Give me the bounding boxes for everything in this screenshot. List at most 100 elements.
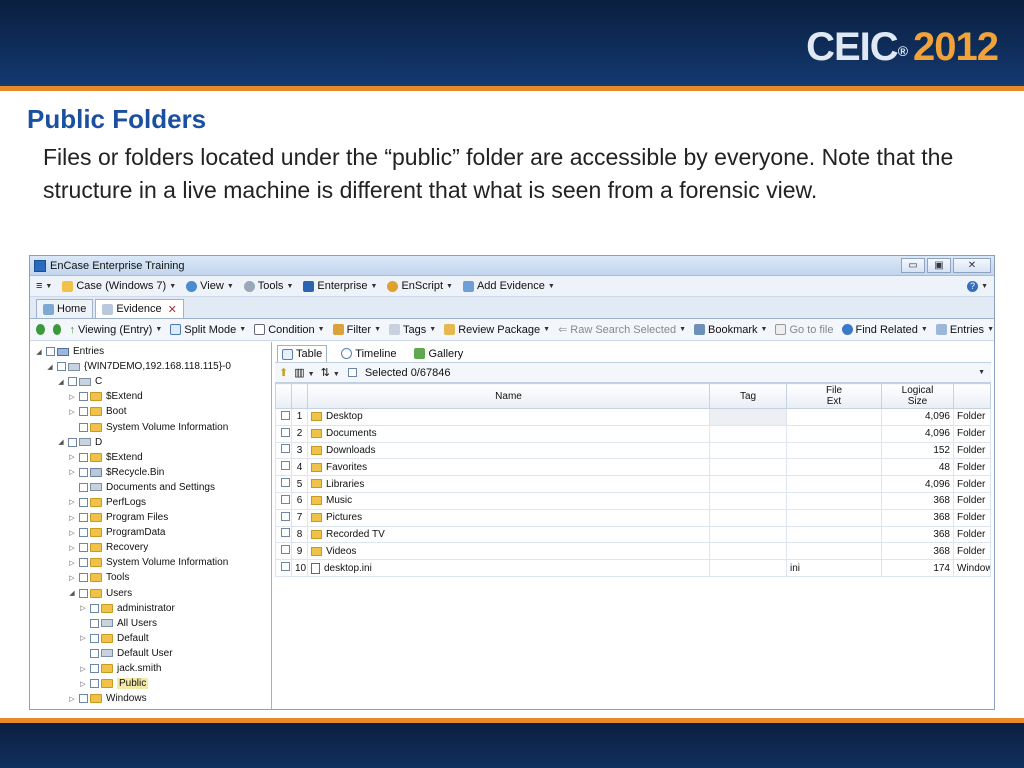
row-checkbox-cell[interactable]	[275, 458, 292, 477]
row-checkbox-cell[interactable]	[275, 542, 292, 561]
tree-checkbox[interactable]	[79, 392, 88, 402]
enterprise-menu[interactable]: Enterprise ▼	[303, 280, 377, 292]
header-tag[interactable]: Tag	[709, 383, 787, 409]
review-package-dropdown[interactable]: Review Package ▼	[444, 324, 550, 336]
expand-toggle-icon[interactable]: ▷	[78, 665, 88, 673]
expand-toggle-icon[interactable]: ▷	[67, 544, 77, 552]
tab-table[interactable]: Table	[277, 345, 328, 362]
tree-checkbox[interactable]	[79, 422, 88, 432]
expand-toggle-icon[interactable]: ▷	[67, 529, 77, 537]
row-name-cell[interactable]: Libraries	[307, 475, 710, 493]
row-checkbox[interactable]	[281, 511, 290, 521]
condition-dropdown[interactable]: Condition ▼	[254, 324, 325, 336]
tab-timeline[interactable]: Timeline	[337, 345, 400, 362]
expand-toggle-icon[interactable]: ▷	[67, 514, 77, 522]
tree-node[interactable]: ◢ Users	[30, 586, 271, 601]
tree-node[interactable]: All Users	[30, 616, 271, 631]
tree-checkbox[interactable]	[79, 452, 88, 462]
tab-evidence[interactable]: Evidence ✕	[95, 299, 184, 318]
expand-toggle-icon[interactable]: ▷	[67, 574, 77, 582]
table-row[interactable]: 9 Videos 368 Folder	[275, 542, 991, 561]
row-checkbox[interactable]	[281, 528, 290, 538]
expand-toggle-icon[interactable]: ▷	[78, 634, 88, 642]
table-row[interactable]: 7 Pictures 368 Folder	[275, 508, 991, 527]
tree-checkbox[interactable]	[90, 664, 99, 674]
sort-icon[interactable]: ⇅ ▼	[321, 366, 340, 379]
entries-dropdown[interactable]: Entries ▼	[935, 324, 994, 336]
tree-checkbox[interactable]	[79, 558, 88, 568]
row-checkbox[interactable]	[281, 494, 290, 504]
tree-node[interactable]: ▷ PerfLogs	[30, 495, 271, 510]
row-checkbox-cell[interactable]	[275, 424, 292, 443]
row-name-cell[interactable]: desktop.ini	[307, 559, 710, 577]
row-checkbox[interactable]	[281, 427, 290, 437]
go-to-file-button[interactable]: Go to file	[775, 324, 834, 336]
expand-toggle-icon[interactable]: ◢	[56, 438, 66, 446]
row-checkbox-cell[interactable]	[275, 559, 292, 577]
tree-node[interactable]: ▷ administrator	[30, 601, 271, 616]
columns-icon[interactable]: ▥ ▼	[294, 366, 314, 379]
row-name-cell[interactable]: Pictures	[307, 508, 710, 527]
table-row[interactable]: 6 Music 368 Folder	[275, 491, 991, 510]
row-name-cell[interactable]: Videos	[307, 542, 710, 561]
bookmark-dropdown[interactable]: Bookmark ▼	[694, 324, 767, 336]
tree-node[interactable]: ◢ C	[30, 374, 271, 389]
tree-node[interactable]: ◢ {WIN7DEMO,192.168.118.115}-0	[30, 359, 271, 374]
tree-node[interactable]: ▷ System Volume Information	[30, 555, 271, 570]
tree-checkbox[interactable]	[79, 543, 88, 553]
tree-checkbox[interactable]	[79, 588, 88, 598]
menu-list-icon[interactable]: ≡ ▼	[36, 280, 52, 292]
select-all-checkbox[interactable]	[347, 368, 357, 377]
table-row[interactable]: 3 Downloads 152 Folder	[275, 441, 991, 460]
tree-checkbox[interactable]	[90, 618, 99, 628]
expand-toggle-icon[interactable]: ▷	[67, 393, 77, 401]
tree-node[interactable]: ▷ ProgramData	[30, 525, 271, 540]
table-row[interactable]: 2 Documents 4,096 Folder	[275, 424, 991, 443]
tree-node[interactable]: ▷ Recovery	[30, 540, 271, 555]
tree-checkbox[interactable]	[68, 377, 77, 387]
help-menu[interactable]: ? ▼	[967, 280, 988, 292]
expand-toggle-icon[interactable]: ◢	[67, 589, 77, 597]
table-row[interactable]: 1 Desktop 4,096 Folder	[275, 408, 991, 426]
go-up-icon[interactable]: ⬆	[279, 366, 288, 379]
tree-checkbox[interactable]	[46, 347, 55, 357]
chevron-down-icon[interactable]: ▼	[978, 369, 985, 376]
expand-toggle-icon[interactable]: ◢	[45, 363, 55, 371]
table-row[interactable]: 8 Recorded TV 368 Folder	[275, 525, 991, 544]
tree-checkbox[interactable]	[79, 497, 88, 507]
row-name-cell[interactable]: Desktop	[307, 408, 710, 426]
row-name-cell[interactable]: Documents	[307, 424, 710, 443]
row-checkbox-cell[interactable]	[275, 525, 292, 544]
row-checkbox-cell[interactable]	[275, 475, 292, 493]
tree-checkbox[interactable]	[79, 407, 88, 417]
tree-node[interactable]: ◢ D	[30, 435, 271, 450]
tree-checkbox[interactable]	[79, 513, 88, 523]
forward-icon[interactable]	[52, 324, 62, 335]
row-checkbox-cell[interactable]	[275, 491, 292, 510]
expand-toggle-icon[interactable]: ▷	[67, 453, 77, 461]
tree-checkbox[interactable]	[90, 633, 99, 643]
tree-checkbox[interactable]	[90, 648, 99, 658]
expand-toggle-icon[interactable]: ▷	[67, 408, 77, 416]
tree-checkbox[interactable]	[57, 362, 66, 372]
row-checkbox[interactable]	[281, 444, 290, 454]
raw-search-dropdown[interactable]: ⇐ Raw Search Selected ▼	[558, 323, 686, 337]
tree-node[interactable]: ▷ Program Files	[30, 510, 271, 525]
tree-node[interactable]: ▷ $Extend	[30, 450, 271, 465]
header-checkbox[interactable]	[275, 383, 292, 409]
tree-checkbox[interactable]	[90, 603, 99, 613]
tree-checkbox[interactable]	[79, 482, 88, 492]
row-checkbox[interactable]	[281, 461, 290, 471]
enscript-menu[interactable]: EnScript ▼	[387, 280, 453, 292]
expand-toggle-icon[interactable]: ▷	[67, 468, 77, 476]
tree-node[interactable]: ▷ Tools	[30, 570, 271, 585]
tags-dropdown[interactable]: Tags ▼	[389, 324, 436, 336]
row-checkbox-cell[interactable]	[275, 441, 292, 460]
table-row[interactable]: 4 Favorites 48 Folder	[275, 458, 991, 477]
row-name-cell[interactable]: Music	[307, 491, 710, 510]
tree-node[interactable]: System Volume Information	[30, 419, 271, 434]
tab-home[interactable]: Home	[36, 299, 94, 318]
tree-checkbox[interactable]	[79, 694, 88, 704]
tree-checkbox[interactable]	[79, 528, 88, 538]
row-name-cell[interactable]: Recorded TV	[307, 525, 710, 544]
